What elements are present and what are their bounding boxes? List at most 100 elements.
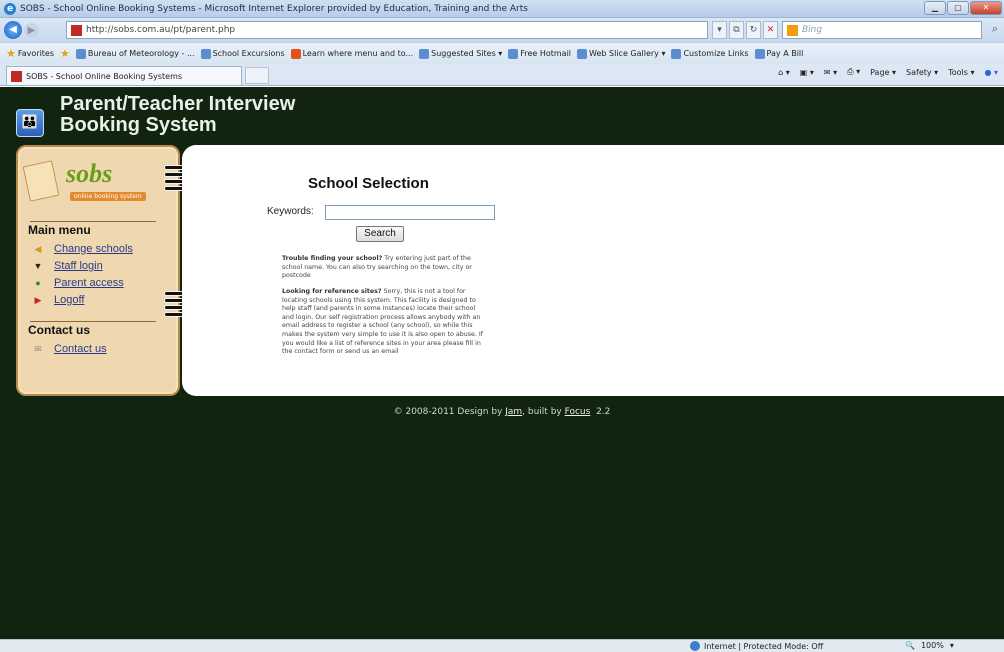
menu-link[interactable]: Change schools xyxy=(54,243,133,255)
close-window-button[interactable]: ✕ xyxy=(970,1,1002,15)
search-placeholder[interactable]: Bing xyxy=(802,25,822,35)
favorite-label: School Excursions xyxy=(212,49,285,58)
globe-icon xyxy=(690,641,700,651)
safety-menu[interactable]: Safety ▾ xyxy=(906,68,938,77)
maximize-button[interactable]: ▢ xyxy=(947,1,969,15)
divider xyxy=(30,221,156,222)
address-toolbar: ◀ ▶ http://sobs.com.au/pt/parent.php ▾ ⧉… xyxy=(0,18,1004,42)
feeds-icon[interactable]: ▣ ▾ xyxy=(800,68,814,77)
menu-item-contact-us[interactable]: ✉ Contact us xyxy=(32,343,107,355)
favorite-link[interactable]: Bureau of Meteorology - ... xyxy=(75,48,195,59)
new-tab-button[interactable] xyxy=(245,67,269,84)
menu-item-parent-access[interactable]: ● Parent access xyxy=(32,277,124,289)
footer: © 2008-2011 Design by Jam, built by Focu… xyxy=(0,407,1004,417)
favorite-link[interactable]: Learn where menu and to... xyxy=(290,48,414,59)
ie-page-icon xyxy=(508,48,519,59)
logo-word: sobs xyxy=(66,159,113,188)
graduation-cap-icon: ▼ xyxy=(33,261,43,271)
office-icon xyxy=(290,48,301,59)
mail-icon[interactable]: ✉ ▾ xyxy=(824,68,837,77)
favorite-link[interactable]: Web Slice Gallery ▾ xyxy=(577,48,665,59)
ie-logo-icon: e xyxy=(4,2,16,15)
compatibility-icon[interactable]: ⧉ xyxy=(729,21,744,39)
school-selection-heading: School Selection xyxy=(308,175,429,192)
menu-link[interactable]: Logoff xyxy=(54,294,84,306)
page-title: Parent/Teacher Interview Booking System xyxy=(60,94,295,136)
menu-link[interactable]: Parent access xyxy=(54,277,124,289)
back-button[interactable]: ◀ xyxy=(4,21,22,39)
print-icon[interactable]: ⎙ ▾ xyxy=(847,67,860,77)
menu-item-change-schools[interactable]: ◀ Change schools xyxy=(32,243,133,255)
bom-icon xyxy=(75,48,86,59)
add-favorite-icon[interactable]: ★ xyxy=(60,47,70,60)
keywords-input[interactable] xyxy=(325,205,495,220)
favorite-link[interactable]: Pay A Bill xyxy=(754,48,804,59)
dropdown-arrow-icon[interactable]: ▾ xyxy=(712,21,727,39)
search-button[interactable]: Search xyxy=(356,226,404,242)
ie-page-icon xyxy=(577,48,588,59)
security-zone[interactable]: Internet | Protected Mode: Off xyxy=(690,641,823,651)
main-menu-title: Main menu xyxy=(28,223,91,237)
menu-link[interactable]: Contact us xyxy=(54,343,107,355)
main-panel: School Selection Keywords: Search Troubl… xyxy=(182,145,1004,396)
contact-title: Contact us xyxy=(28,323,91,337)
window-title: SOBS - School Online Booking Systems - M… xyxy=(20,3,528,14)
favorite-label: Free Hotmail xyxy=(520,49,572,58)
favorite-label: Learn where menu and to... xyxy=(302,49,414,58)
favorite-label: Pay A Bill xyxy=(766,49,804,58)
favorite-link[interactable]: Customize Links xyxy=(671,48,749,59)
envelope-icon: ✉ xyxy=(34,343,42,354)
page-content: 👪 Parent/Teacher Interview Booking Syste… xyxy=(0,87,1004,639)
logo-tagline: online booking system xyxy=(70,192,146,201)
footer-mid: , built by xyxy=(522,407,565,417)
favorite-label: Suggested Sites ▾ xyxy=(431,49,503,58)
megaphone-icon: ◀ xyxy=(34,243,42,254)
person-icon: ● xyxy=(35,278,41,288)
favorite-link[interactable]: Free Hotmail xyxy=(508,48,572,59)
calendar-icon xyxy=(22,160,60,202)
search-icon[interactable]: ⌕ xyxy=(992,22,998,36)
ie-page-icon xyxy=(671,48,682,59)
help-bold: Trouble finding your school? xyxy=(282,255,383,262)
site-favicon-icon xyxy=(71,24,82,36)
keywords-label: Keywords: xyxy=(267,206,314,217)
builder-link[interactable]: Focus xyxy=(565,407,591,417)
favorites-button[interactable]: ★ Favorites xyxy=(6,47,54,60)
page-menu[interactable]: Page ▾ xyxy=(870,68,896,77)
favorite-link[interactable]: School Excursions xyxy=(200,48,285,59)
home-icon[interactable]: ⌂ ▾ xyxy=(778,68,790,77)
favorites-bar: ★ Favorites ★ Bureau of Meteorology - ...… xyxy=(0,42,1004,64)
sobs-logo: sobs online booking system xyxy=(22,159,170,205)
logoff-icon: ▶ xyxy=(34,294,42,305)
address-url[interactable]: http://sobs.com.au/pt/parent.php xyxy=(86,25,235,35)
divider xyxy=(30,321,156,322)
minimize-button[interactable]: ▁ xyxy=(924,1,946,15)
ie-page-icon xyxy=(419,48,430,59)
stop-icon[interactable]: ✕ xyxy=(763,21,778,39)
search-box[interactable]: Bing xyxy=(782,21,982,39)
zoom-level: 100% xyxy=(920,641,944,650)
favorites-label: Favorites xyxy=(17,49,55,58)
menu-item-logoff[interactable]: ▶ Logoff xyxy=(32,294,85,306)
window-controls: ▁ ▢ ✕ xyxy=(924,1,1002,15)
help-icon[interactable]: ● ▾ xyxy=(984,68,998,77)
address-bar[interactable]: http://sobs.com.au/pt/parent.php xyxy=(66,21,708,39)
help-body: Sorry, this is not a tool for locating s… xyxy=(282,288,483,356)
designer-link[interactable]: Jam xyxy=(505,407,522,417)
menu-link[interactable]: Staff login xyxy=(54,260,103,272)
zoom-control[interactable]: 🔍 100% ▾ xyxy=(905,641,954,650)
sidebar: sobs online booking system Main menu ◀ C… xyxy=(16,145,180,396)
ie-page-icon xyxy=(200,48,211,59)
browser-tab[interactable]: SOBS - School Online Booking Systems xyxy=(6,66,242,85)
favorite-label: Customize Links xyxy=(683,49,749,58)
star-icon: ★ xyxy=(6,47,16,60)
forward-button[interactable]: ▶ xyxy=(24,22,39,38)
help-text-reference: Looking for reference sites? Sorry, this… xyxy=(282,288,484,357)
favorite-link[interactable]: Suggested Sites ▾ xyxy=(419,48,503,59)
zone-label: Internet | Protected Mode: Off xyxy=(704,641,824,651)
status-bar: Internet | Protected Mode: Off 🔍 100% ▾ xyxy=(0,639,1004,652)
tools-menu[interactable]: Tools ▾ xyxy=(948,68,974,77)
menu-item-staff-login[interactable]: ▼ Staff login xyxy=(32,260,103,272)
refresh-icon[interactable]: ↻ xyxy=(746,21,761,39)
page-title-line2: Booking System xyxy=(60,114,217,136)
